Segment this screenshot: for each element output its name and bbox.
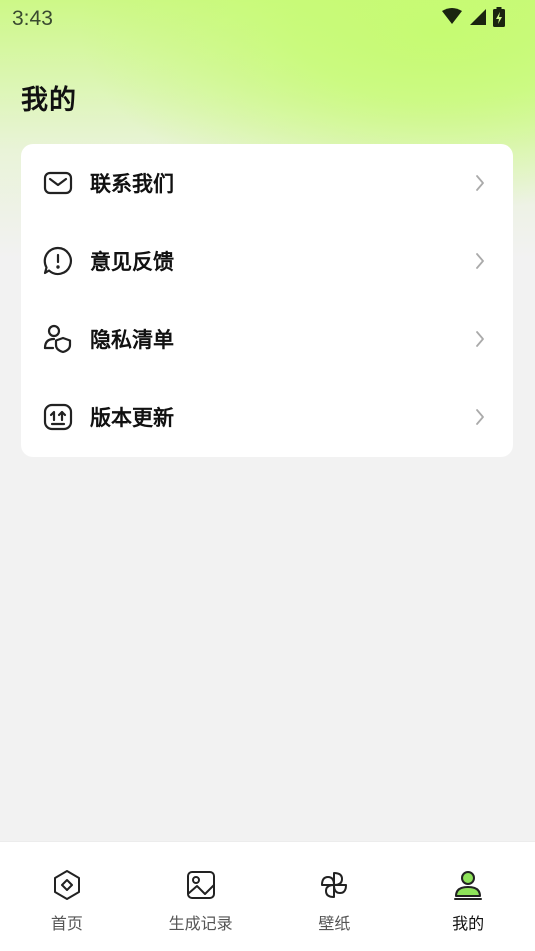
- nav-item-wallpaper[interactable]: 壁纸: [268, 842, 402, 951]
- mail-icon: [42, 167, 74, 199]
- menu-card: 联系我们 意见反馈 隐私清单 版本更新: [21, 144, 513, 457]
- status-icons: [441, 7, 505, 31]
- nav-item-generation-history[interactable]: 生成记录: [134, 842, 268, 951]
- update-icon: [42, 401, 74, 433]
- status-time: 3:43: [12, 7, 53, 30]
- bottom-nav: 首页 生成记录 壁纸 我的: [0, 841, 535, 951]
- nav-label: 生成记录: [168, 914, 233, 933]
- chevron-right-icon: [473, 251, 487, 271]
- image-icon: [184, 868, 218, 902]
- nav-label: 我的: [452, 914, 485, 933]
- profile-icon: [451, 868, 485, 902]
- menu-item-label: 隐私清单: [90, 328, 174, 352]
- menu-item-label: 意见反馈: [90, 250, 174, 274]
- cellular-signal-icon: [469, 8, 487, 30]
- nav-item-profile[interactable]: 我的: [401, 842, 535, 951]
- wifi-icon: [441, 8, 463, 30]
- nav-item-home[interactable]: 首页: [0, 842, 134, 951]
- chevron-right-icon: [473, 407, 487, 427]
- nav-label: 首页: [50, 914, 83, 933]
- menu-item-label: 联系我们: [90, 172, 174, 196]
- privacy-icon: [42, 323, 74, 355]
- menu-item-label: 版本更新: [90, 406, 174, 430]
- menu-item-version-update[interactable]: 版本更新: [21, 378, 513, 456]
- home-icon: [50, 868, 84, 902]
- pinwheel-icon: [317, 868, 351, 902]
- page-title: 我的: [21, 85, 77, 116]
- status-bar: 3:43: [0, 0, 535, 38]
- battery-charging-icon: [493, 7, 505, 31]
- menu-item-contact-us[interactable]: 联系我们: [21, 144, 513, 222]
- menu-item-privacy-list[interactable]: 隐私清单: [21, 300, 513, 378]
- chevron-right-icon: [473, 173, 487, 193]
- chevron-right-icon: [473, 329, 487, 349]
- nav-label: 壁纸: [318, 914, 351, 933]
- menu-item-feedback[interactable]: 意见反馈: [21, 222, 513, 300]
- feedback-icon: [42, 245, 74, 277]
